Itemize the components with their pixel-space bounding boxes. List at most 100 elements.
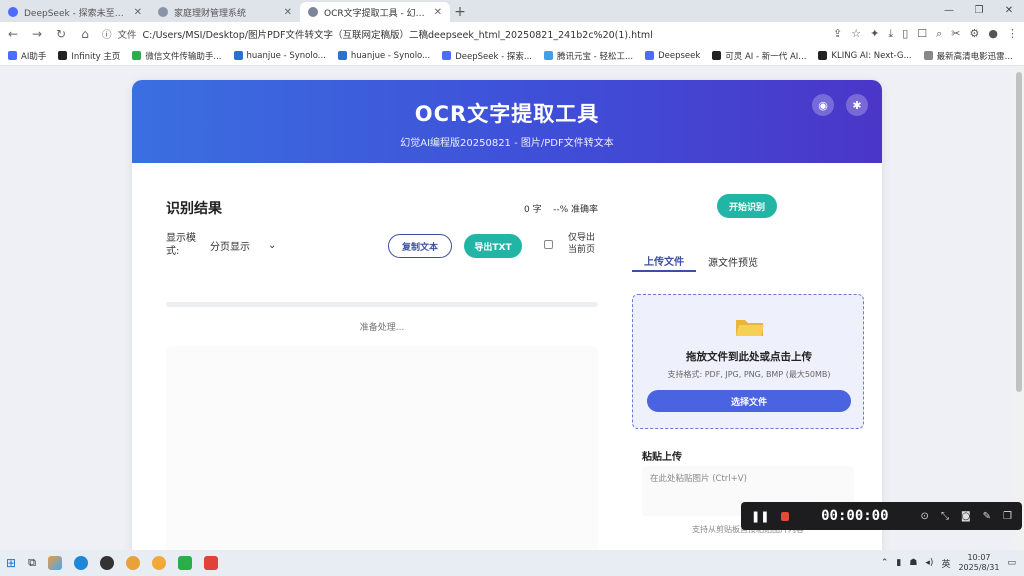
scrollbar-thumb[interactable]: [1016, 72, 1022, 392]
bookmark-label: AI助手: [21, 51, 47, 62]
bookmark-item[interactable]: 可灵 AI - 新一代 AI...: [712, 50, 806, 62]
notification-icon[interactable]: ▭: [1007, 558, 1016, 568]
result-text-area[interactable]: [166, 346, 598, 550]
browser-toolbar: ⇪ ☆ ✦ ⤓ ▯ ☐ ⌕ ✂ ⚙ ● ⋮: [833, 27, 1018, 41]
scissors-icon[interactable]: ✂: [951, 27, 960, 41]
url-field[interactable]: ⓘ 文件 C:/Users/MSI/Desktop/图片PDF文件转文字（互联网…: [102, 25, 823, 43]
close-icon[interactable]: ✕: [284, 7, 292, 18]
browser-tab-1[interactable]: DeepSeek - 探索未至之境 ✕: [0, 2, 150, 22]
pause-icon[interactable]: ❚❚: [751, 510, 769, 523]
bookmark-label: huanjue - Synolo...: [350, 50, 431, 61]
bookmark-label: 腾讯元宝 - 轻松工...: [556, 51, 634, 62]
app-icon[interactable]: [47, 556, 62, 570]
clock-date: 2025/8/31: [958, 563, 1000, 572]
wechat-icon[interactable]: [177, 556, 192, 570]
result-stats: 0 字 --% 准确率: [524, 202, 598, 215]
bookmark-item[interactable]: 最新高清电影迅雷...: [923, 50, 1013, 62]
export-txt-button[interactable]: 导出TXT: [464, 234, 522, 258]
choose-file-button[interactable]: 选择文件: [647, 390, 851, 412]
pen-icon[interactable]: ✎: [983, 511, 991, 522]
file-drop-zone[interactable]: 拖放文件到此处或点击上传 支持格式: PDF, JPG, PNG, BMP (最…: [632, 294, 864, 429]
region-icon[interactable]: ⊙: [921, 511, 929, 522]
volume-icon[interactable]: ◂): [925, 558, 933, 568]
profile-icon[interactable]: ●: [988, 27, 998, 41]
app-icon[interactable]: [151, 556, 166, 570]
sidebar-icon[interactable]: ▯: [902, 27, 908, 41]
bookmark-item[interactable]: huanjue - Synolo...: [233, 51, 326, 61]
taskbar: ⊞ ⧉ ⌃ ▮ ☗ ◂) 英 10:07 2025/8/31 ▭: [0, 550, 1024, 576]
recording-timer: 00:00:00: [821, 508, 889, 524]
task-view-icon[interactable]: ⧉: [28, 556, 36, 570]
close-icon[interactable]: ✕: [434, 7, 442, 18]
address-bar: ← → ↻ ⌂ ⓘ 文件 C:/Users/MSI/Desktop/图片PDF文…: [0, 22, 1024, 46]
bookmark-item[interactable]: huanjue - Synolo...: [337, 50, 431, 61]
bookmark-favicon: [442, 51, 452, 60]
bookmark-favicon: [337, 51, 347, 60]
maximize-button[interactable]: ❐: [964, 0, 994, 20]
bookmark-label: 可灵 AI - 新一代 AI...: [725, 51, 807, 62]
extensions-icon[interactable]: ✦: [870, 27, 879, 41]
bookmark-item[interactable]: Infinity 主页: [58, 50, 120, 62]
browser-tab-3[interactable]: OCR文字提取工具 - 幻觉AI编程版 ✕: [300, 2, 450, 22]
back-icon[interactable]: ←: [6, 27, 20, 41]
only-current-page-checkbox[interactable]: [544, 240, 553, 249]
star-icon[interactable]: ☆: [851, 27, 861, 41]
display-mode-row: 显示模式: 分页显示 ⌄ 复制文本 导出TXT 仅导出当前页: [166, 232, 598, 272]
accuracy: --% 准确率: [553, 205, 598, 215]
mode-value: 分页显示: [210, 242, 250, 253]
new-tab-button[interactable]: +: [450, 2, 470, 22]
tab-upload-file[interactable]: 上传文件: [632, 250, 696, 272]
close-icon[interactable]: ✕: [134, 7, 142, 18]
network-icon[interactable]: ☗: [909, 558, 917, 568]
bookmark-item[interactable]: 微信文件传输助手...: [132, 50, 222, 62]
bookmark-item[interactable]: AI助手: [8, 50, 46, 62]
clock-time: 10:07: [967, 553, 991, 562]
bookmark-item[interactable]: KLING AI: Next-G...: [818, 51, 912, 61]
download-icon[interactable]: ⤓: [888, 27, 893, 41]
start-recognition-button[interactable]: 开始识别: [717, 194, 777, 218]
ime-indicator[interactable]: 英: [941, 557, 950, 570]
bookmark-item[interactable]: DeepSeek - 探索...: [442, 50, 532, 62]
copy-text-button[interactable]: 复制文本: [388, 234, 452, 258]
bookmark-label: Deepseek: [658, 50, 701, 61]
drop-hint: 支持格式: PDF, JPG, PNG, BMP (最大50MB): [667, 370, 831, 379]
search-icon[interactable]: ⌕: [936, 27, 942, 41]
share-icon[interactable]: ⇪: [833, 27, 842, 41]
eye-icon[interactable]: ◉: [812, 94, 834, 116]
bookmark-favicon: [923, 51, 933, 60]
fullscreen-icon[interactable]: ⤡: [941, 511, 949, 522]
app-icon[interactable]: [99, 556, 114, 570]
edge-icon[interactable]: [73, 556, 88, 570]
deepseek-icon: [8, 7, 18, 17]
ocr-app-card: OCR文字提取工具 幻觉AI编程版20250821 - 图片/PDF文件转文本 …: [132, 80, 882, 550]
chevron-up-icon[interactable]: ⌃: [881, 558, 889, 568]
bookmark-favicon: [645, 51, 655, 60]
close-window-button[interactable]: ✕: [994, 0, 1024, 20]
tab-source-preview[interactable]: 源文件预览: [696, 250, 770, 272]
settings-icon[interactable]: ⚙: [970, 27, 980, 41]
bookmark-icon[interactable]: ☐: [917, 27, 927, 41]
mode-label: 显示模式:: [166, 233, 196, 257]
display-mode-select[interactable]: 分页显示 ⌄: [210, 238, 276, 253]
gear-icon[interactable]: ✱: [846, 94, 868, 116]
globe-icon: [308, 7, 318, 17]
wps-icon[interactable]: [203, 556, 218, 570]
bookmark-item[interactable]: Deepseek: [645, 51, 700, 61]
menu-icon[interactable]: ⋮: [1007, 27, 1018, 41]
windows-start-icon[interactable]: ⊞: [6, 556, 16, 570]
forward-icon[interactable]: →: [30, 27, 44, 41]
browser-tab-bar: DeepSeek - 探索未至之境 ✕ 家庭理财管理系统 ✕ OCR文字提取工具…: [0, 0, 1024, 22]
clock[interactable]: 10:07 2025/8/31: [958, 553, 999, 573]
reload-icon[interactable]: ↻: [54, 27, 68, 41]
window-icon[interactable]: ❐: [1003, 511, 1012, 522]
file-label: 文件: [117, 30, 137, 41]
page-scrollbar[interactable]: [1014, 66, 1024, 550]
bookmark-item[interactable]: 腾讯元宝 - 轻松工...: [543, 50, 634, 62]
home-icon[interactable]: ⌂: [78, 27, 92, 41]
camera-icon[interactable]: ◙: [961, 511, 971, 522]
minimize-button[interactable]: —: [934, 0, 964, 20]
chrome-icon[interactable]: [125, 556, 140, 570]
browser-tab-2[interactable]: 家庭理财管理系统 ✕: [150, 2, 300, 22]
battery-icon[interactable]: ▮: [896, 558, 901, 568]
stop-icon[interactable]: [781, 511, 790, 521]
